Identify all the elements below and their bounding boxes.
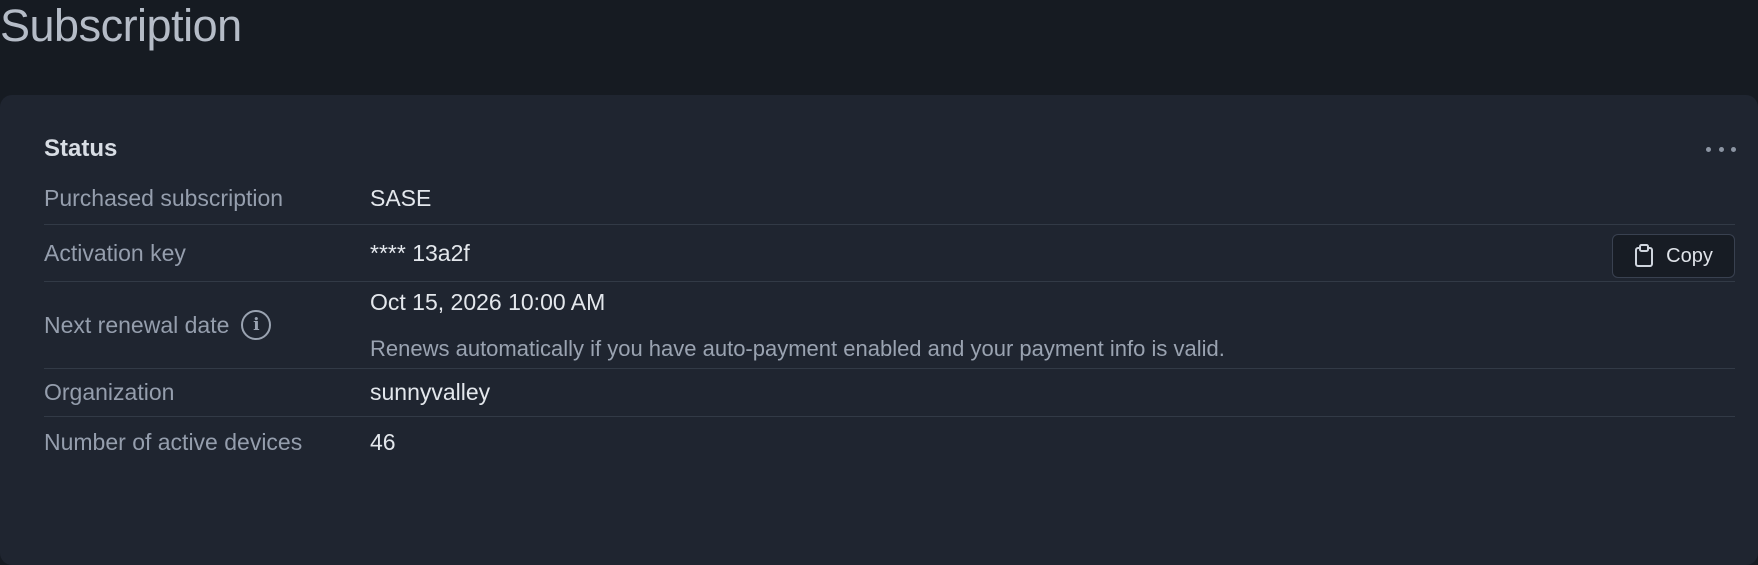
next-renewal-date-label-group: Next renewal date i bbox=[44, 310, 370, 340]
more-options-button[interactable] bbox=[1706, 139, 1736, 159]
copy-button-label: Copy bbox=[1666, 244, 1713, 267]
renewal-note: Renews automatically if you have auto-pa… bbox=[370, 335, 1225, 361]
status-card: Status Purchased subscription SASE Activ… bbox=[0, 95, 1758, 565]
purchased-subscription-label: Purchased subscription bbox=[44, 185, 284, 211]
page-title: Subscription bbox=[0, 0, 242, 51]
next-renewal-date-label: Next renewal date bbox=[44, 311, 230, 338]
more-horizontal-icon bbox=[1706, 146, 1711, 152]
row-organization: Organization sunnyvalley bbox=[44, 369, 1735, 417]
activation-key-label: Activation key bbox=[44, 239, 186, 266]
row-next-renewal-date: Next renewal date i Oct 15, 2026 10:00 A… bbox=[44, 282, 1735, 369]
organization-value: sunnyvalley bbox=[370, 379, 491, 405]
purchased-subscription-value: SASE bbox=[370, 185, 432, 211]
copy-button[interactable]: Copy bbox=[1612, 234, 1735, 278]
activation-key-value: **** 13a2f bbox=[370, 239, 470, 266]
row-purchased-subscription: Purchased subscription SASE bbox=[44, 173, 1735, 225]
next-renewal-date-value-group: Oct 15, 2026 10:00 AM Renews automatical… bbox=[370, 289, 1225, 362]
more-horizontal-icon-dot bbox=[1718, 146, 1724, 152]
row-active-devices: Number of active devices 46 bbox=[44, 417, 1735, 467]
next-renewal-date-value: Oct 15, 2026 10:00 AM bbox=[370, 288, 606, 315]
row-activation-key: Activation key **** 13a2f Copy bbox=[44, 225, 1735, 282]
clipboard-icon bbox=[1635, 244, 1654, 267]
status-card-title: Status bbox=[44, 135, 118, 162]
organization-label: Organization bbox=[44, 379, 175, 405]
info-icon[interactable]: i bbox=[241, 310, 272, 340]
active-devices-value: 46 bbox=[370, 428, 396, 455]
more-horizontal-icon-dot bbox=[1731, 146, 1736, 152]
active-devices-label: Number of active devices bbox=[44, 428, 303, 455]
